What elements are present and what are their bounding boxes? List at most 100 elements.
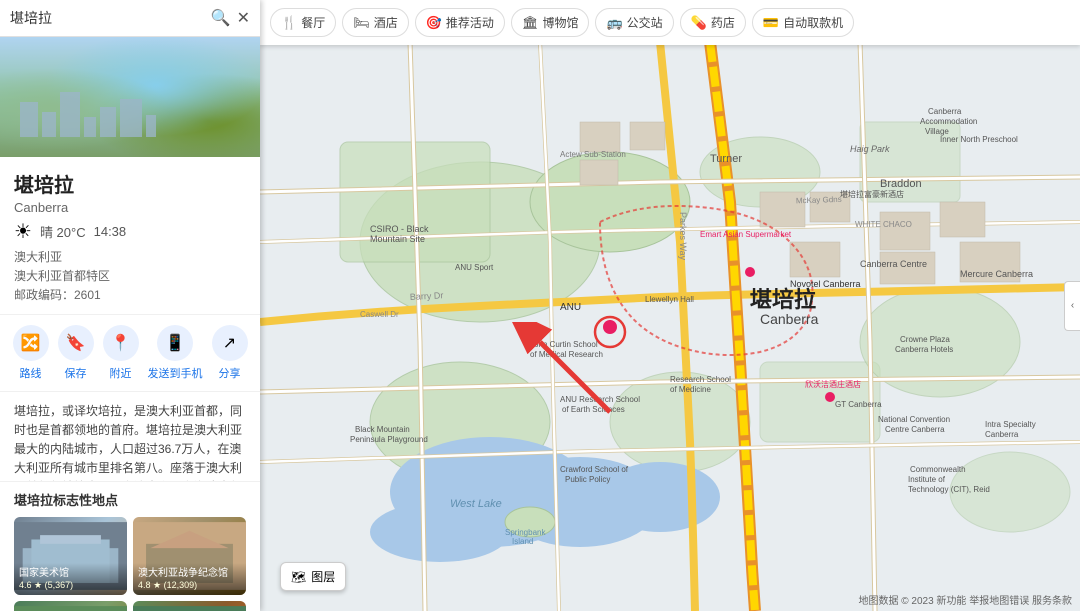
svg-text:Island: Island xyxy=(512,537,533,546)
svg-text:Crowne Plaza: Crowne Plaza xyxy=(900,335,950,344)
filter-bar: 🍴 餐厅 🛏 酒店 🎯 推荐活动 🏛 博物馆 🚌 公交站 💊 药店 💳 自动取款… xyxy=(260,0,1080,45)
route-icon: 🔀 xyxy=(13,325,49,361)
svg-text:Crawford School of: Crawford School of xyxy=(560,465,629,474)
landmark-national-museum[interactable]: 国家博物馆 4.5 ★ (5,875) xyxy=(14,601,127,611)
nearby-label: 附近 xyxy=(110,365,132,381)
svg-text:John Curtin School: John Curtin School xyxy=(530,340,598,349)
action-buttons: 🔀 路线 🔖 保存 📍 附近 📱 发送到手机 ↗ 分享 xyxy=(0,315,260,392)
svg-text:Centre Canberra: Centre Canberra xyxy=(885,425,945,434)
filter-restaurant-label: 餐厅 xyxy=(301,14,325,31)
museum-icon: 🏛 xyxy=(522,15,539,31)
filter-bus[interactable]: 🚌 公交站 xyxy=(595,8,673,37)
filter-pharmacy-label: 药店 xyxy=(711,14,735,31)
send-label: 发送到手机 xyxy=(148,365,203,381)
share-button[interactable]: ↗ 分享 xyxy=(212,325,248,381)
svg-text:Village: Village xyxy=(925,127,949,136)
city-postal: 邮政编码：2601 xyxy=(14,286,246,305)
map-layers-button[interactable]: 🗺 图层 xyxy=(280,562,346,591)
share-label: 分享 xyxy=(219,365,241,381)
close-icon: ✕ xyxy=(237,10,250,27)
search-icon: 🔍 xyxy=(211,10,231,27)
bus-icon: 🚌 xyxy=(606,15,622,31)
city-meta: 澳大利亚 澳大利亚首都特区 邮政编码：2601 xyxy=(14,248,246,306)
svg-text:Research School: Research School xyxy=(670,375,731,384)
svg-text:Institute of: Institute of xyxy=(908,475,946,484)
recommended-icon: 🎯 xyxy=(426,15,442,31)
search-button[interactable]: 🔍 xyxy=(211,8,231,28)
svg-text:of Earth Sciences: of Earth Sciences xyxy=(562,405,625,414)
send-button[interactable]: 📱 发送到手机 xyxy=(148,325,203,381)
layers-label: 图层 xyxy=(311,568,335,585)
landmarks-section: 堪培拉标志性地点 国家美术馆 4.6 ★ (5,367) xyxy=(0,482,260,611)
route-button[interactable]: 🔀 路线 xyxy=(13,325,49,381)
city-info: 堪培拉 Canberra ☀ 晴 20°C 14:38 澳大利亚 澳大利亚首都特… xyxy=(0,157,260,315)
svg-text:West Lake: West Lake xyxy=(450,498,502,510)
atm-icon: 💳 xyxy=(763,15,779,31)
svg-text:ANU Sport: ANU Sport xyxy=(455,263,494,272)
filter-museum-label: 博物馆 xyxy=(542,14,578,31)
svg-text:Emart Asian Supermarket: Emart Asian Supermarket xyxy=(700,230,792,239)
svg-text:Intra Specialty: Intra Specialty xyxy=(985,420,1036,429)
landmark-parliament[interactable]: 澳洲国会 4.4 ★ (1,321) xyxy=(133,601,246,611)
weather-icon: ☀ xyxy=(14,219,32,244)
hotel-icon: 🛏 xyxy=(353,15,370,31)
svg-text:Accommodation: Accommodation xyxy=(920,117,977,126)
svg-text:堪培拉富豪新酒店: 堪培拉富豪新酒店 xyxy=(840,189,904,199)
filter-museum[interactable]: 🏛 博物馆 xyxy=(511,8,590,37)
svg-text:Barry Dr: Barry Dr xyxy=(410,290,444,302)
svg-text:Parkes Way: Parkes Way xyxy=(678,212,688,261)
save-label: 保存 xyxy=(65,365,87,381)
left-panel: 🔍 ✕ 堪培拉 Canberra ☀ 晴 20°C 14:38 澳大利亚 澳大利… xyxy=(0,0,260,611)
nearby-icon: 📍 xyxy=(103,325,139,361)
city-region: 澳大利亚首都特区 xyxy=(14,267,246,286)
landmark-label-gallery: 国家美术馆 4.6 ★ (5,367) xyxy=(14,563,127,595)
svg-text:McKay Gdns: McKay Gdns xyxy=(796,195,842,206)
save-button[interactable]: 🔖 保存 xyxy=(58,325,94,381)
svg-text:Turner: Turner xyxy=(710,153,742,165)
svg-text:National Convention: National Convention xyxy=(878,415,950,424)
collapse-handle[interactable]: ‹ xyxy=(1064,281,1080,331)
svg-text:WHITE CHACO: WHITE CHACO xyxy=(855,220,912,229)
collapse-icon: ‹ xyxy=(1071,300,1074,311)
svg-text:Actew Sub-Station: Actew Sub-Station xyxy=(560,150,626,159)
landmark-war-memorial[interactable]: 澳大利亚战争纪念馆 4.8 ★ (12,309) xyxy=(133,517,246,595)
nearby-button[interactable]: 📍 附近 xyxy=(103,325,139,381)
search-input[interactable] xyxy=(10,10,205,26)
filter-atm[interactable]: 💳 自动取款机 xyxy=(752,8,854,37)
landmarks-grid: 国家美术馆 4.6 ★ (5,367) 澳大利亚战争纪念馆 4.8 ★ (12,… xyxy=(14,517,246,611)
svg-text:Public Policy: Public Policy xyxy=(565,475,610,484)
svg-text:堪培拉: 堪培拉 xyxy=(750,287,816,312)
filter-atm-label: 自动取款机 xyxy=(783,14,843,31)
svg-text:Caswell Dr: Caswell Dr xyxy=(360,310,399,319)
svg-text:Inner North Preschool: Inner North Preschool xyxy=(940,135,1018,144)
svg-text:Llewellyn Hall: Llewellyn Hall xyxy=(645,295,694,304)
filter-hotel[interactable]: 🛏 酒店 xyxy=(342,8,409,37)
svg-text:GT Canberra: GT Canberra xyxy=(835,400,882,409)
route-label: 路线 xyxy=(20,365,42,381)
svg-text:ANU Research School: ANU Research School xyxy=(560,395,640,404)
weather-row: ☀ 晴 20°C 14:38 xyxy=(14,219,246,244)
map-svg: Turner Braddon ANU Novotel Canberra West… xyxy=(260,42,1080,611)
restaurant-icon: 🍴 xyxy=(281,15,297,31)
svg-text:Canberra: Canberra xyxy=(760,311,819,327)
map-area[interactable]: 🍴 餐厅 🛏 酒店 🎯 推荐活动 🏛 博物馆 🚌 公交站 💊 药店 💳 自动取款… xyxy=(260,0,1080,611)
map-background[interactable]: Turner Braddon ANU Novotel Canberra West… xyxy=(260,42,1080,611)
close-button[interactable]: ✕ xyxy=(237,8,250,28)
svg-text:Braddon: Braddon xyxy=(880,178,922,190)
save-icon: 🔖 xyxy=(58,325,94,361)
map-copyright: 地图数据 © 2023 新功能 举报地图错误 服务条款 xyxy=(858,592,1072,607)
svg-text:Haig Park: Haig Park xyxy=(850,144,890,154)
filter-recommended-label: 推荐活动 xyxy=(446,14,494,31)
svg-text:Black Mountain: Black Mountain xyxy=(355,425,410,434)
svg-text:of Medicine: of Medicine xyxy=(670,385,711,394)
svg-text:Canberra: Canberra xyxy=(985,430,1019,439)
weather-time: 14:38 xyxy=(94,224,127,239)
filter-pharmacy[interactable]: 💊 药店 xyxy=(680,8,746,37)
share-icon: ↗ xyxy=(212,325,248,361)
svg-text:Canberra: Canberra xyxy=(928,107,962,116)
city-name-en: Canberra xyxy=(14,200,246,215)
filter-restaurant[interactable]: 🍴 餐厅 xyxy=(270,8,336,37)
filter-recommended[interactable]: 🎯 推荐活动 xyxy=(415,8,505,37)
landmark-national-gallery[interactable]: 国家美术馆 4.6 ★ (5,367) xyxy=(14,517,127,595)
city-name: 堪培拉 xyxy=(14,169,246,198)
